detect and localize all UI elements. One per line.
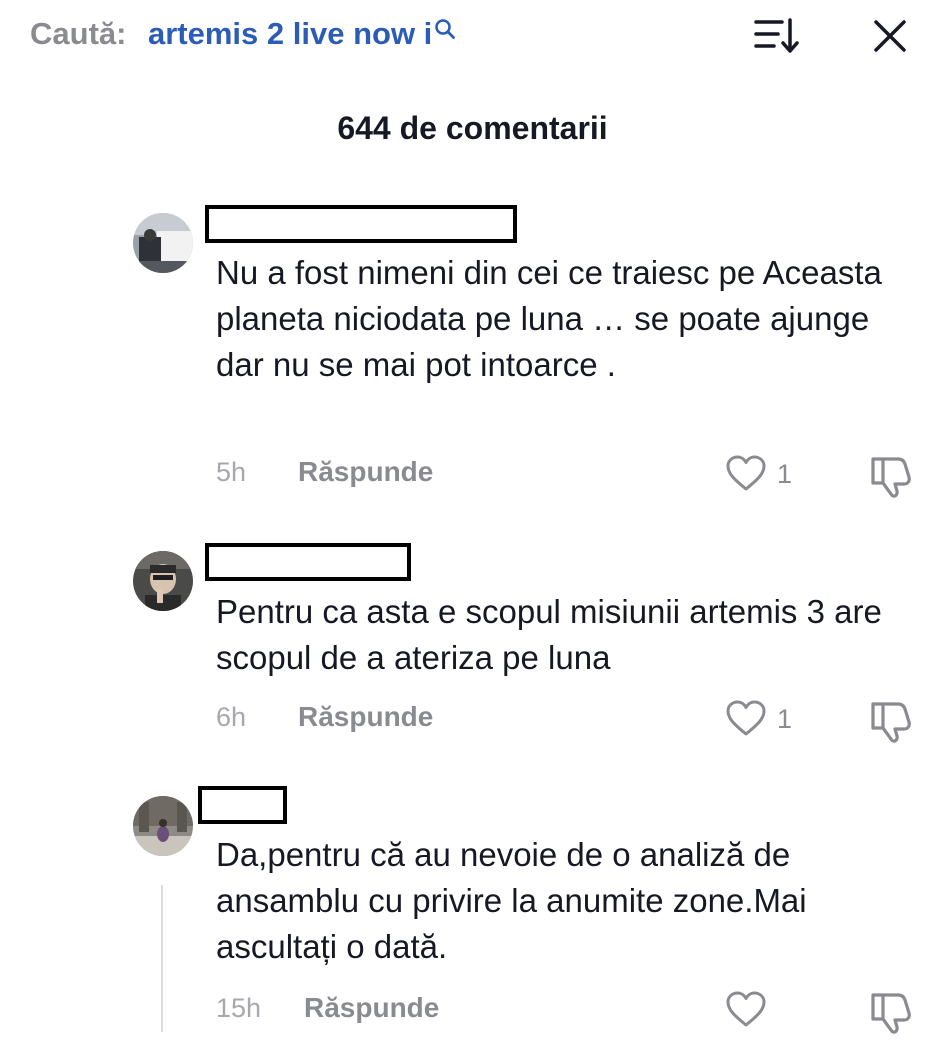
heart-icon: [726, 700, 766, 736]
avatar-image: [133, 551, 193, 611]
comment-time: 5h: [216, 457, 247, 487]
dislike-button[interactable]: [865, 987, 915, 1037]
username-redacted[interactable]: [205, 543, 411, 581]
search-query-link[interactable]: artemis 2 live now i: [148, 16, 456, 52]
comment-time: 15h: [216, 993, 262, 1023]
reply-button[interactable]: Răspunde: [298, 456, 433, 488]
comment-time: 6h: [216, 702, 247, 732]
avatar[interactable]: [133, 213, 193, 273]
username-redacted[interactable]: [205, 205, 517, 243]
comment-count-title: 644 de comentarii: [337, 110, 608, 146]
comment-meta: 5h Răspunde 1: [0, 455, 945, 503]
comment-meta: 15h Răspunde: [0, 991, 945, 1039]
sort-button[interactable]: [752, 14, 802, 58]
reply-button[interactable]: Răspunde: [304, 992, 439, 1024]
avatar-image: [133, 796, 193, 856]
like-count: 1: [777, 459, 793, 489]
dislike-button[interactable]: [865, 696, 915, 746]
search-icon: [435, 19, 456, 39]
thumbs-down-icon: [871, 993, 911, 1034]
search-query-text: artemis 2 live now i: [148, 16, 433, 51]
thumbs-down-icon: [871, 702, 911, 743]
avatar[interactable]: [133, 551, 193, 611]
comment-text: Pentru ca asta e scopul misiunii artemis…: [216, 593, 882, 676]
like-count: 1: [777, 704, 793, 734]
top-bar: Caută: artemis 2 live now i: [0, 0, 945, 80]
heart-icon: [726, 991, 766, 1027]
sort-icon: [754, 18, 799, 53]
comment-text: Da,pentru că au nevoie de o analiză de a…: [216, 836, 807, 965]
dislike-button[interactable]: [865, 451, 915, 501]
close-icon: [874, 20, 906, 52]
thumbs-down-icon: [871, 457, 911, 498]
avatar-image: [133, 213, 193, 273]
comment-meta: 6h Răspunde 1: [0, 700, 945, 748]
username-redacted[interactable]: [198, 786, 287, 824]
search-label: Caută:: [30, 16, 127, 51]
reply-button[interactable]: Răspunde: [298, 701, 433, 733]
comment-text: Nu a fost nimeni din cei ce traiesc pe A…: [216, 254, 882, 383]
heart-icon: [726, 455, 766, 491]
avatar[interactable]: [133, 796, 193, 856]
close-button[interactable]: [868, 14, 912, 58]
